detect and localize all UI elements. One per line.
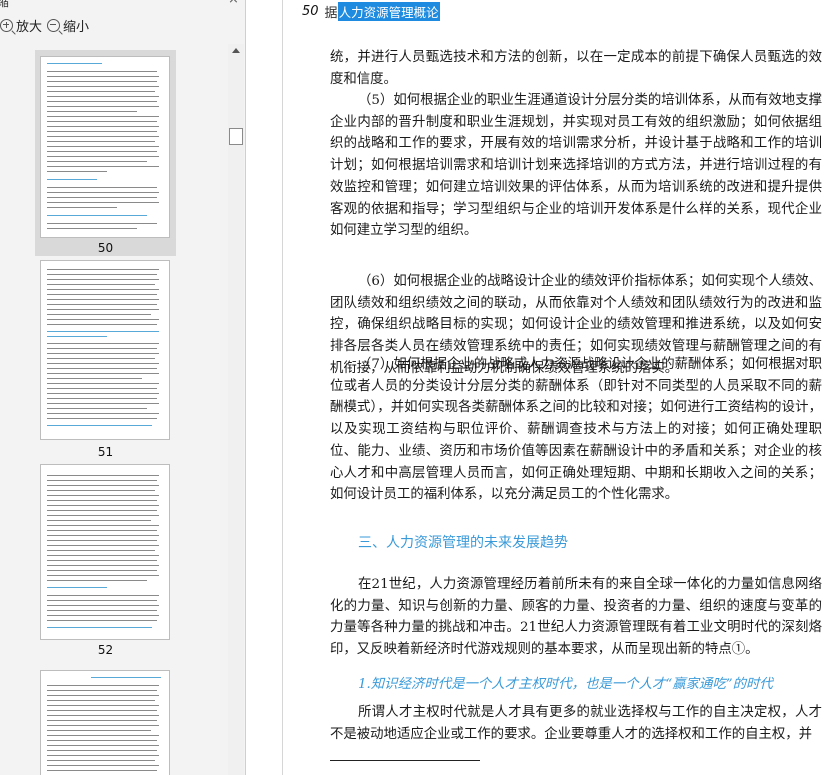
page-edge — [282, 0, 283, 775]
thumbnail-list: 50 51 52 — [0, 44, 228, 775]
zoom-in-button[interactable]: 放大 — [0, 14, 42, 36]
body-paragraph: （5）如何根据企业的职业生涯通道设计分层分类的培训体系，从而有效地支撑企业内部的… — [330, 93, 822, 239]
body-paragraph: 在21世纪，人力资源管理经历着前所未有的来自全球一体化的力量如信息网络化的力量、… — [330, 577, 822, 658]
thumbnail-page-51[interactable]: 51 — [35, 256, 176, 462]
footnote-divider — [330, 760, 480, 761]
body-paragraph: 所谓人才主权时代就是人才具有更多的就业选择权与工作的自主决定权，人才不是被动地适… — [330, 705, 822, 742]
thumbnail-page-53[interactable] — [35, 664, 176, 775]
thumbnail-page-number: 50 — [97, 241, 114, 255]
body-paragraph: （7）如何根据企业的战略或人力资源战略设计企业的薪酬体系；如何根据对职位或者人员… — [330, 357, 822, 503]
header-prefix: 据 — [324, 5, 338, 21]
running-header: 50 据 人力资源管理概论 — [302, 0, 440, 22]
thumbnail-preview — [40, 464, 170, 640]
subsection-heading: 1.知识经济时代是一个人才主权时代，也是一个人才“赢家通吃”的时代 — [358, 677, 773, 692]
zoom-out-label: 缩小 — [63, 19, 90, 35]
zoom-out-button[interactable]: 缩小 — [47, 14, 89, 36]
header-title-highlighted[interactable]: 人力资源管理概论 — [337, 1, 440, 21]
scroll-up-icon[interactable] — [232, 48, 240, 53]
document-view: 50 据 人力资源管理概论 统，并进行人员甄选技术和方法的创新，以在一定成本的前… — [246, 0, 831, 775]
body-paragraph: 统，并进行人员甄选技术和方法的创新，以在一定成本的前提下确保人员甄选的效度和信度… — [330, 50, 822, 87]
thumbnail-page-number: 52 — [97, 643, 114, 657]
thumbnail-page-number: 51 — [97, 445, 114, 459]
pane-title: 缩 — [0, 0, 9, 8]
thumbnail-preview — [40, 56, 170, 238]
pane-header: 缩 × — [0, 0, 245, 8]
thumbnail-page-50[interactable]: 50 — [35, 50, 176, 256]
header-page-number: 50 — [302, 3, 319, 19]
close-icon[interactable]: × — [228, 0, 239, 7]
thumbnail-preview — [40, 670, 170, 775]
section-heading: 三、人力资源管理的未来发展趋势 — [358, 535, 568, 551]
zoom-out-icon — [47, 18, 63, 36]
zoom-toolbar: 放大 缩小 — [0, 14, 230, 36]
scrollbar-thumb[interactable] — [229, 128, 243, 145]
thumbnail-preview — [40, 260, 170, 440]
thumbnail-pane: 缩 × 放大 缩小 — [0, 0, 246, 775]
zoom-in-icon — [0, 18, 16, 36]
thumbnail-page-52[interactable]: 52 — [35, 460, 176, 666]
zoom-in-label: 放大 — [16, 19, 43, 35]
thumbnail-scrollbar[interactable] — [228, 44, 244, 775]
